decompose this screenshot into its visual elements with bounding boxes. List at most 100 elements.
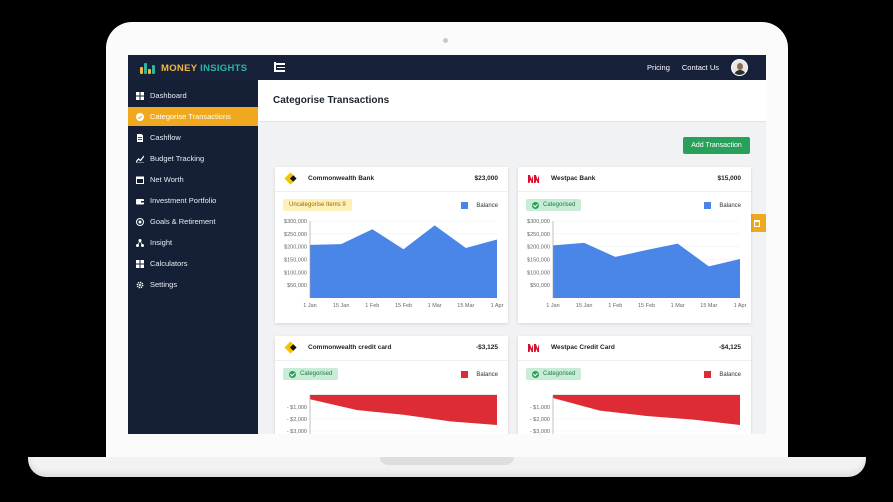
top-navbar: MONEY INSIGHTS Pricing Contact Us xyxy=(128,55,766,80)
bank-name: Commonwealth Bank xyxy=(308,175,375,182)
sidebar: Dashboard Categorise Transactions Cashfl… xyxy=(128,80,258,434)
sidebar-item-cashflow[interactable]: Cashflow xyxy=(128,128,258,147)
target-icon xyxy=(136,217,144,226)
y-tick-label: $200,000 xyxy=(527,245,550,251)
sidebar-item-dashboard[interactable]: Dashboard xyxy=(128,86,258,105)
bank-balance: -$3,125 xyxy=(475,344,498,351)
balance-chart: - $1,000 - $2,000 - $3,000 xyxy=(518,386,751,434)
x-tick-label: 1 Apr xyxy=(734,303,747,309)
gear-icon xyxy=(136,281,144,289)
calendar-icon xyxy=(136,176,144,184)
sidebar-item-label: Cashflow xyxy=(150,133,181,142)
account-card-westpac[interactable]: Westpac Bank $15,000 Categorised Balance… xyxy=(518,167,751,323)
y-tick-label: $50,000 xyxy=(287,283,307,289)
sidebar-item-label: Categorise Transactions xyxy=(150,112,231,121)
x-tick-label: 15 Mar xyxy=(457,303,474,309)
account-card-commbank[interactable]: Commonwealth Bank $23,000 Uncategorise I… xyxy=(275,167,508,323)
nav-link-contact[interactable]: Contact Us xyxy=(682,63,719,72)
wallet-icon xyxy=(136,197,144,205)
account-card-westpac-credit[interactable]: Westpac Credit Card -$4,125 Categorised … xyxy=(518,336,751,434)
y-tick-label: - $3,000 xyxy=(530,429,550,434)
page-title: Categorise Transactions xyxy=(273,95,390,106)
trash-icon xyxy=(754,219,760,227)
y-tick-label: - $1,000 xyxy=(287,405,307,411)
commbank-logo xyxy=(284,341,297,354)
bank-balance: -$4,125 xyxy=(718,344,741,351)
user-avatar[interactable] xyxy=(731,59,748,76)
sidebar-item-net-worth[interactable]: Net Worth xyxy=(128,170,258,189)
categorised-badge[interactable]: Categorised xyxy=(283,368,339,380)
bank-name: Westpac Credit Card xyxy=(551,344,615,351)
card-header: Commonwealth Bank $23,000 xyxy=(275,167,508,192)
uncategorised-badge[interactable]: Uncategorise Items 9 xyxy=(283,199,352,211)
westpac-logo xyxy=(528,175,540,183)
sidebar-item-budget[interactable]: Budget Tracking xyxy=(128,149,258,168)
x-tick-label: 1 Jan xyxy=(303,303,316,309)
x-tick-label: 1 Jan xyxy=(546,303,559,309)
y-tick-label: $250,000 xyxy=(284,232,307,238)
bank-name: Commonwealth credit card xyxy=(308,344,392,351)
balance-area xyxy=(310,395,497,425)
sidebar-item-categorise[interactable]: Categorise Transactions xyxy=(128,107,258,126)
grid-icon xyxy=(136,91,144,100)
sidebar-item-label: Dashboard xyxy=(150,91,187,100)
categorised-badge[interactable]: Categorised xyxy=(526,199,582,211)
network-icon xyxy=(136,238,144,247)
x-tick-label: 15 Jan xyxy=(333,303,350,309)
commbank-logo xyxy=(284,172,297,185)
balance-area xyxy=(553,395,740,425)
bar-chart-logo-icon xyxy=(140,62,156,74)
menu-collapse-icon[interactable] xyxy=(274,62,285,72)
page-header: Categorise Transactions xyxy=(258,80,766,122)
account-card-commbank-credit[interactable]: Commonwealth credit card -$3,125 Categor… xyxy=(275,336,508,434)
y-tick-label: - $2,000 xyxy=(530,417,550,423)
bank-name: Westpac Bank xyxy=(551,175,596,182)
balance-area xyxy=(310,225,497,298)
balance-chart: - $1,000 - $2,000 - $3,000 xyxy=(275,386,508,434)
card-header: Commonwealth credit card -$3,125 xyxy=(275,336,508,361)
sidebar-item-calculators[interactable]: Calculators xyxy=(128,254,258,273)
card-header: Westpac Credit Card -$4,125 xyxy=(518,336,751,361)
y-tick-label: $150,000 xyxy=(284,258,307,264)
y-tick-label: $150,000 xyxy=(527,258,550,264)
x-tick-label: 15 Jan xyxy=(576,303,593,309)
balance-chart: $300,000 $250,000 $200,000 $150,000 $100,000… xyxy=(275,217,508,319)
sidebar-item-label: Investment Portfolio xyxy=(150,196,217,205)
sidebar-item-investment[interactable]: Investment Portfolio xyxy=(128,191,258,210)
x-tick-label: 1 Mar xyxy=(428,303,442,309)
y-tick-label: $300,000 xyxy=(284,219,307,225)
x-tick-label: 15 Mar xyxy=(700,303,717,309)
sidebar-item-label: Goals & Retirement xyxy=(150,217,216,226)
sidebar-item-insight[interactable]: Insight xyxy=(128,233,258,252)
sidebar-item-goals[interactable]: Goals & Retirement xyxy=(128,212,258,231)
sidebar-item-label: Net Worth xyxy=(150,175,184,184)
tag-icon xyxy=(136,112,144,121)
trend-icon xyxy=(135,155,145,163)
balance-area xyxy=(553,242,740,298)
y-tick-label: $50,000 xyxy=(530,283,550,289)
y-tick-label: - $2,000 xyxy=(287,417,307,423)
sidebar-item-settings[interactable]: Settings xyxy=(128,275,258,294)
x-tick-label: 1 Feb xyxy=(365,303,379,309)
add-transaction-button[interactable]: Add Transaction xyxy=(683,137,750,154)
nav-link-pricing[interactable]: Pricing xyxy=(647,63,670,72)
check-icon xyxy=(532,201,539,209)
categorised-badge[interactable]: Categorised xyxy=(526,368,582,380)
x-tick-label: 1 Apr xyxy=(491,303,504,309)
x-tick-label: 15 Feb xyxy=(638,303,655,309)
sidebar-item-label: Insight xyxy=(150,238,173,247)
y-tick-label: - $1,000 xyxy=(530,405,550,411)
balance-chart: $300,000 $250,000 $200,000 $150,000 $100,000… xyxy=(518,217,751,319)
logo-text: MONEY INSIGHTS xyxy=(161,62,248,74)
laptop-notch xyxy=(380,457,514,465)
check-icon xyxy=(289,370,296,378)
x-tick-label: 1 Mar xyxy=(671,303,685,309)
app-logo[interactable]: MONEY INSIGHTS xyxy=(140,61,247,75)
y-tick-label: $300,000 xyxy=(527,219,550,225)
app-screen: MONEY INSIGHTS Pricing Contact Us Dashbo… xyxy=(128,55,766,434)
sidebar-item-label: Budget Tracking xyxy=(150,154,205,163)
x-tick-label: 15 Feb xyxy=(395,303,412,309)
document-icon xyxy=(136,133,144,142)
chart-legend: Balance xyxy=(704,371,741,378)
sidebar-item-label: Settings xyxy=(150,280,178,289)
